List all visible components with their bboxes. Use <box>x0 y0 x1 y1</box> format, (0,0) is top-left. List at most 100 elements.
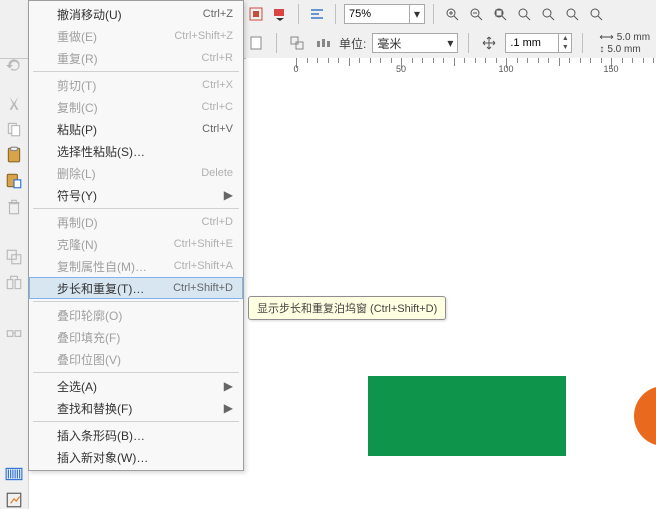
menu-item[interactable]: 插入新对象(W)… <box>29 446 243 468</box>
zoom-page-icon[interactable] <box>514 4 534 24</box>
zoom-sel-icon[interactable] <box>538 4 558 24</box>
menu-item: 复制属性自(M)…Ctrl+Shift+A <box>29 255 243 277</box>
tooltip: 显示步长和重复泊坞窗 (Ctrl+Shift+D) <box>248 296 446 320</box>
nudge-input[interactable] <box>506 35 558 51</box>
menu-item-label: 符号(Y) <box>57 187 216 204</box>
submenu-arrow-icon: ▶ <box>224 401 233 415</box>
menu-item[interactable]: 粘贴(P)Ctrl+V <box>29 118 243 140</box>
menu-item-label: 叠印填充(F) <box>57 329 233 346</box>
distribute-icon[interactable] <box>313 33 333 53</box>
horizontal-ruler: 050100150 <box>246 58 656 81</box>
zoom-all-icon[interactable] <box>562 4 582 24</box>
menu-item-label: 复制属性自(M)… <box>57 258 174 275</box>
menu-item-shortcut: Delete <box>201 167 233 179</box>
zoom-input[interactable] <box>345 6 409 22</box>
unit-value: 毫米 <box>377 35 401 52</box>
nudge-spin[interactable]: ▲▼ <box>505 33 572 53</box>
delete-icon[interactable] <box>5 198 23 216</box>
menu-item[interactable]: 全选(A) ▶ <box>29 375 243 397</box>
menu-item-label: 选择性粘贴(S)… <box>57 143 233 160</box>
orange-shape[interactable] <box>634 386 656 446</box>
menu-item-label: 剪切(T) <box>57 77 202 94</box>
menu-item[interactable]: 选择性粘贴(S)… <box>29 140 243 162</box>
barcode-icon[interactable] <box>5 465 23 483</box>
menu-item: 再制(D)Ctrl+D <box>29 211 243 233</box>
menu-item-label: 撤消移动(U) <box>57 6 203 23</box>
copy-icon[interactable] <box>5 120 23 138</box>
nudge-icon[interactable] <box>479 33 499 53</box>
submenu-arrow-icon: ▶ <box>224 188 233 202</box>
menu-item-shortcut: Ctrl+Shift+A <box>174 260 233 272</box>
menu-item[interactable]: 步长和重复(T)…Ctrl+Shift+D <box>29 277 243 299</box>
menu-separator <box>33 71 239 72</box>
menu-item-label: 步长和重复(T)… <box>57 280 173 297</box>
submenu-arrow-icon: ▶ <box>224 379 233 393</box>
menu-item: 叠印轮廓(O) <box>29 304 243 326</box>
menu-item-shortcut: Ctrl+D <box>202 216 233 228</box>
unit-label: 单位: <box>339 35 366 52</box>
chevron-down-icon[interactable]: ▾ <box>409 5 424 23</box>
separator <box>582 33 583 53</box>
dup-y-icon: ↕ <box>599 44 604 55</box>
menu-item[interactable]: 撤消移动(U)Ctrl+Z <box>29 3 243 25</box>
spin-up-icon[interactable]: ▲ <box>559 34 571 43</box>
menu-item-shortcut: Ctrl+Z <box>203 8 233 20</box>
menu-item: 叠印填充(F) <box>29 326 243 348</box>
group-icon[interactable] <box>287 33 307 53</box>
duplicate-icon[interactable] <box>5 248 23 266</box>
menu-item[interactable]: 符号(Y) ▶ <box>29 184 243 206</box>
left-toolbar <box>0 0 29 509</box>
spin-down-icon[interactable]: ▼ <box>559 43 571 52</box>
menu-item: 克隆(N)Ctrl+Shift+E <box>29 233 243 255</box>
menu-item: 重做(E)Ctrl+Shift+Z <box>29 25 243 47</box>
menu-item-shortcut: Ctrl+Shift+Z <box>174 30 233 42</box>
insert-obj-icon[interactable] <box>5 491 23 509</box>
ruler-tick-label: 100 <box>498 64 513 74</box>
dup-y-value: 5.0 mm <box>607 44 640 55</box>
menu-item-shortcut: Ctrl+Shift+D <box>173 282 233 294</box>
cut-icon[interactable] <box>5 94 23 112</box>
dup-x-value: 5.0 mm <box>617 32 650 43</box>
menu-item-shortcut: Ctrl+R <box>202 52 233 64</box>
separator <box>298 4 299 24</box>
separator <box>276 33 277 53</box>
menu-separator <box>33 372 239 373</box>
menu-item: 剪切(T)Ctrl+X <box>29 74 243 96</box>
dup-x-icon: ⟷ <box>599 32 613 43</box>
paste-icon[interactable] <box>5 146 23 164</box>
unit-combo[interactable]: 毫米 ▾ <box>372 33 458 53</box>
snap-icon[interactable] <box>246 4 266 24</box>
zoom-width-icon[interactable] <box>586 4 606 24</box>
menu-item-label: 克隆(N) <box>57 236 174 253</box>
separator <box>335 4 336 24</box>
menu-item-label: 全选(A) <box>57 378 216 395</box>
menu-item[interactable]: 插入条形码(B)… <box>29 424 243 446</box>
chevron-down-icon[interactable]: ▾ <box>443 36 457 50</box>
menu-item: 复制(C)Ctrl+C <box>29 96 243 118</box>
zoom-fit-icon[interactable] <box>490 4 510 24</box>
drawing-canvas[interactable] <box>246 80 656 509</box>
edit-menu: 撤消移动(U)Ctrl+Z重做(E)Ctrl+Shift+Z重复(R)Ctrl+… <box>28 0 244 471</box>
menu-item-label: 查找和替换(F) <box>57 400 216 417</box>
dropdown-icon[interactable] <box>270 4 290 24</box>
menu-item-shortcut: Ctrl+C <box>202 101 233 113</box>
menu-item-shortcut: Ctrl+Shift+E <box>174 238 233 250</box>
zoom-combo[interactable]: ▾ <box>344 4 425 24</box>
step-repeat-icon[interactable] <box>5 324 23 342</box>
align-icon[interactable] <box>307 4 327 24</box>
menu-item: 重复(R)Ctrl+R <box>29 47 243 69</box>
paste-special-icon[interactable] <box>5 172 23 190</box>
menu-item-label: 叠印位图(V) <box>57 351 233 368</box>
menu-item-label: 粘贴(P) <box>57 121 202 138</box>
menu-item-label: 再制(D) <box>57 214 202 231</box>
zoom-in-icon[interactable] <box>442 4 462 24</box>
menu-item: 叠印位图(V) <box>29 348 243 370</box>
menu-item: 删除(L)Delete <box>29 162 243 184</box>
clone-icon[interactable] <box>5 274 23 292</box>
ruler-tick-label: 50 <box>396 64 406 74</box>
page-icon[interactable] <box>246 33 266 53</box>
green-rectangle-shape[interactable] <box>368 376 566 456</box>
menu-item[interactable]: 查找和替换(F) ▶ <box>29 397 243 419</box>
zoom-out-icon[interactable] <box>466 4 486 24</box>
separator <box>468 33 469 53</box>
